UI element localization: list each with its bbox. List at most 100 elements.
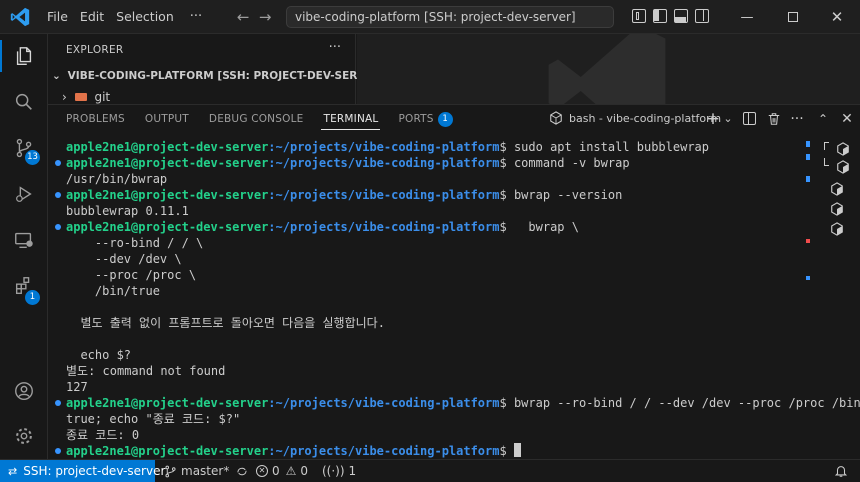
forward-arrow-icon[interactable]: →: [254, 8, 276, 26]
title-bar: File Edit Selection ··· ← → vibe-coding-…: [0, 0, 860, 34]
error-icon: ✕: [256, 465, 268, 477]
prompt-user: apple2ne1@project-dev-server: [66, 396, 269, 410]
terminal-instance-icon[interactable]: [830, 202, 844, 216]
prompt-symbol: $: [499, 444, 507, 458]
branch-label: master*: [181, 464, 230, 478]
close-panel-icon[interactable]: ✕: [838, 110, 856, 128]
terminal-output[interactable]: apple2ne1@project-dev-server:~/projects/…: [48, 136, 860, 458]
terminal-instance-icon[interactable]: [836, 142, 850, 156]
tab-debug-console[interactable]: DEBUG CONSOLE: [199, 105, 314, 133]
activity-explorer[interactable]: [0, 34, 48, 78]
terminal-scrollbar[interactable]: [806, 136, 810, 458]
toggle-secondary-sidebar-icon[interactable]: [695, 9, 709, 23]
remote-label: SSH: project-dev-server: [23, 464, 166, 478]
menu-file[interactable]: File: [41, 0, 74, 34]
explorer-more-button[interactable]: ···: [329, 40, 341, 55]
chevron-right-icon: ›: [62, 90, 67, 104]
activity-remote-explorer[interactable]: [0, 218, 48, 262]
command-center[interactable]: vibe-coding-platform [SSH: project-dev-s…: [286, 6, 614, 28]
explorer-file-label: git: [94, 90, 111, 104]
tab-ports[interactable]: PORTS 1: [388, 105, 462, 133]
editor-area: [357, 34, 860, 104]
error-count: 0: [272, 464, 280, 478]
back-arrow-icon[interactable]: ←: [232, 8, 254, 26]
account-icon: [15, 382, 33, 400]
prompt-command: bwrap \: [506, 220, 579, 234]
toggle-panel-icon[interactable]: [674, 9, 688, 23]
activity-manage[interactable]: [0, 414, 48, 458]
maximize-icon[interactable]: [770, 0, 816, 34]
prompt-user: apple2ne1@project-dev-server: [66, 156, 269, 170]
prompt-symbol: $: [499, 220, 507, 234]
command-decoration-dot[interactable]: [55, 192, 61, 198]
prompt-symbol: $: [499, 396, 507, 410]
notifications-bell[interactable]: [834, 460, 848, 482]
command-decoration-dot[interactable]: [55, 160, 61, 166]
terminal-selector-label: bash - vibe-coding-platform: [569, 111, 722, 125]
menu-selection[interactable]: Selection: [110, 0, 180, 34]
customize-layout-icon[interactable]: [632, 9, 646, 23]
ports-indicator[interactable]: ((·)) 1: [322, 460, 356, 482]
tab-problems[interactable]: PROBLEMS: [56, 105, 135, 133]
activity-run-debug[interactable]: [0, 172, 48, 216]
extensions-badge: 1: [25, 290, 40, 305]
scroll-marker: [806, 176, 810, 182]
command-decoration-dot[interactable]: [55, 448, 61, 454]
explorer-root-label: VIBE-CODING-PLATFORM [SSH: PROJECT-DEV-S…: [67, 70, 386, 82]
branch-indicator[interactable]: master*: [164, 460, 249, 482]
more-actions-icon[interactable]: ···: [788, 110, 806, 128]
activity-accounts[interactable]: [0, 369, 48, 413]
terminal-selector[interactable]: bash - vibe-coding-platform: [549, 111, 721, 125]
terminal-output-line: /usr/bin/bwrap: [66, 172, 168, 186]
explorer-root-folder[interactable]: ⌄ VIBE-CODING-PLATFORM [SSH: PROJECT-DEV…: [52, 70, 386, 82]
trash-icon[interactable]: [765, 110, 783, 128]
prompt-path: :~/projects/vibe-coding-platform: [268, 156, 500, 170]
chevron-down-icon[interactable]: ⌄: [719, 110, 737, 128]
prompt-command: command -v bwrap: [506, 156, 630, 170]
prompt-symbol: $: [499, 140, 507, 154]
activity-search[interactable]: [0, 80, 48, 124]
activity-bar: 13 1: [0, 34, 48, 459]
terminal-output-line: --dev /dev \: [66, 252, 182, 266]
terminal-instance-icon[interactable]: [830, 182, 844, 196]
maximize-panel-icon[interactable]: ⌃: [814, 110, 832, 128]
prompt-path: :~/projects/vibe-coding-platform: [268, 188, 500, 202]
terminal-instance-icon[interactable]: [836, 160, 850, 174]
scroll-marker: [806, 154, 810, 160]
menu-edit[interactable]: Edit: [74, 0, 110, 34]
files-icon: [16, 47, 32, 65]
terminal-output-line: 127: [66, 380, 88, 394]
remote-indicator[interactable]: ⇄ SSH: project-dev-server: [0, 460, 165, 482]
broadcast-icon: ((·)): [322, 464, 345, 478]
prompt-symbol: $: [499, 156, 507, 170]
tab-output[interactable]: OUTPUT: [135, 105, 199, 133]
problems-indicator[interactable]: ✕ 0 ⚠ 0: [256, 460, 308, 482]
menu-more-button[interactable]: ···: [180, 9, 212, 24]
ports-badge: 1: [437, 112, 453, 127]
tab-terminal[interactable]: TERMINAL: [313, 105, 388, 133]
close-icon[interactable]: ✕: [814, 0, 860, 34]
gear-icon: [16, 428, 32, 444]
terminal-prompt-line: apple2ne1@project-dev-server:~/projects/…: [66, 155, 630, 171]
terminal-output-line: 별도: command not found: [66, 364, 226, 378]
folder-icon: [74, 93, 87, 101]
warning-count: 0: [300, 464, 309, 478]
scroll-marker: [806, 239, 810, 243]
vscode-watermark-icon: [548, 34, 666, 104]
activity-source-control[interactable]: 13: [0, 126, 48, 170]
prompt-user: apple2ne1@project-dev-server: [66, 140, 269, 154]
command-decoration-dot[interactable]: [55, 400, 61, 406]
terminal-prompt-line: apple2ne1@project-dev-server:~/projects/…: [66, 395, 860, 411]
terminal-instance-icon[interactable]: [830, 222, 844, 236]
toggle-primary-sidebar-icon[interactable]: [653, 9, 667, 23]
explorer-file-git[interactable]: › git: [62, 90, 110, 104]
chevron-down-icon: ⌄: [52, 70, 61, 82]
activity-extensions[interactable]: 1: [0, 264, 48, 308]
prompt-command: [507, 444, 514, 458]
terminal-output-line: bubblewrap 0.11.1: [66, 204, 189, 218]
command-decoration-dot[interactable]: [55, 224, 61, 230]
search-icon: [15, 93, 32, 110]
terminal-prompt-line: apple2ne1@project-dev-server:~/projects/…: [66, 219, 579, 235]
minimize-icon[interactable]: —: [724, 0, 770, 34]
split-terminal-icon[interactable]: [740, 110, 758, 128]
